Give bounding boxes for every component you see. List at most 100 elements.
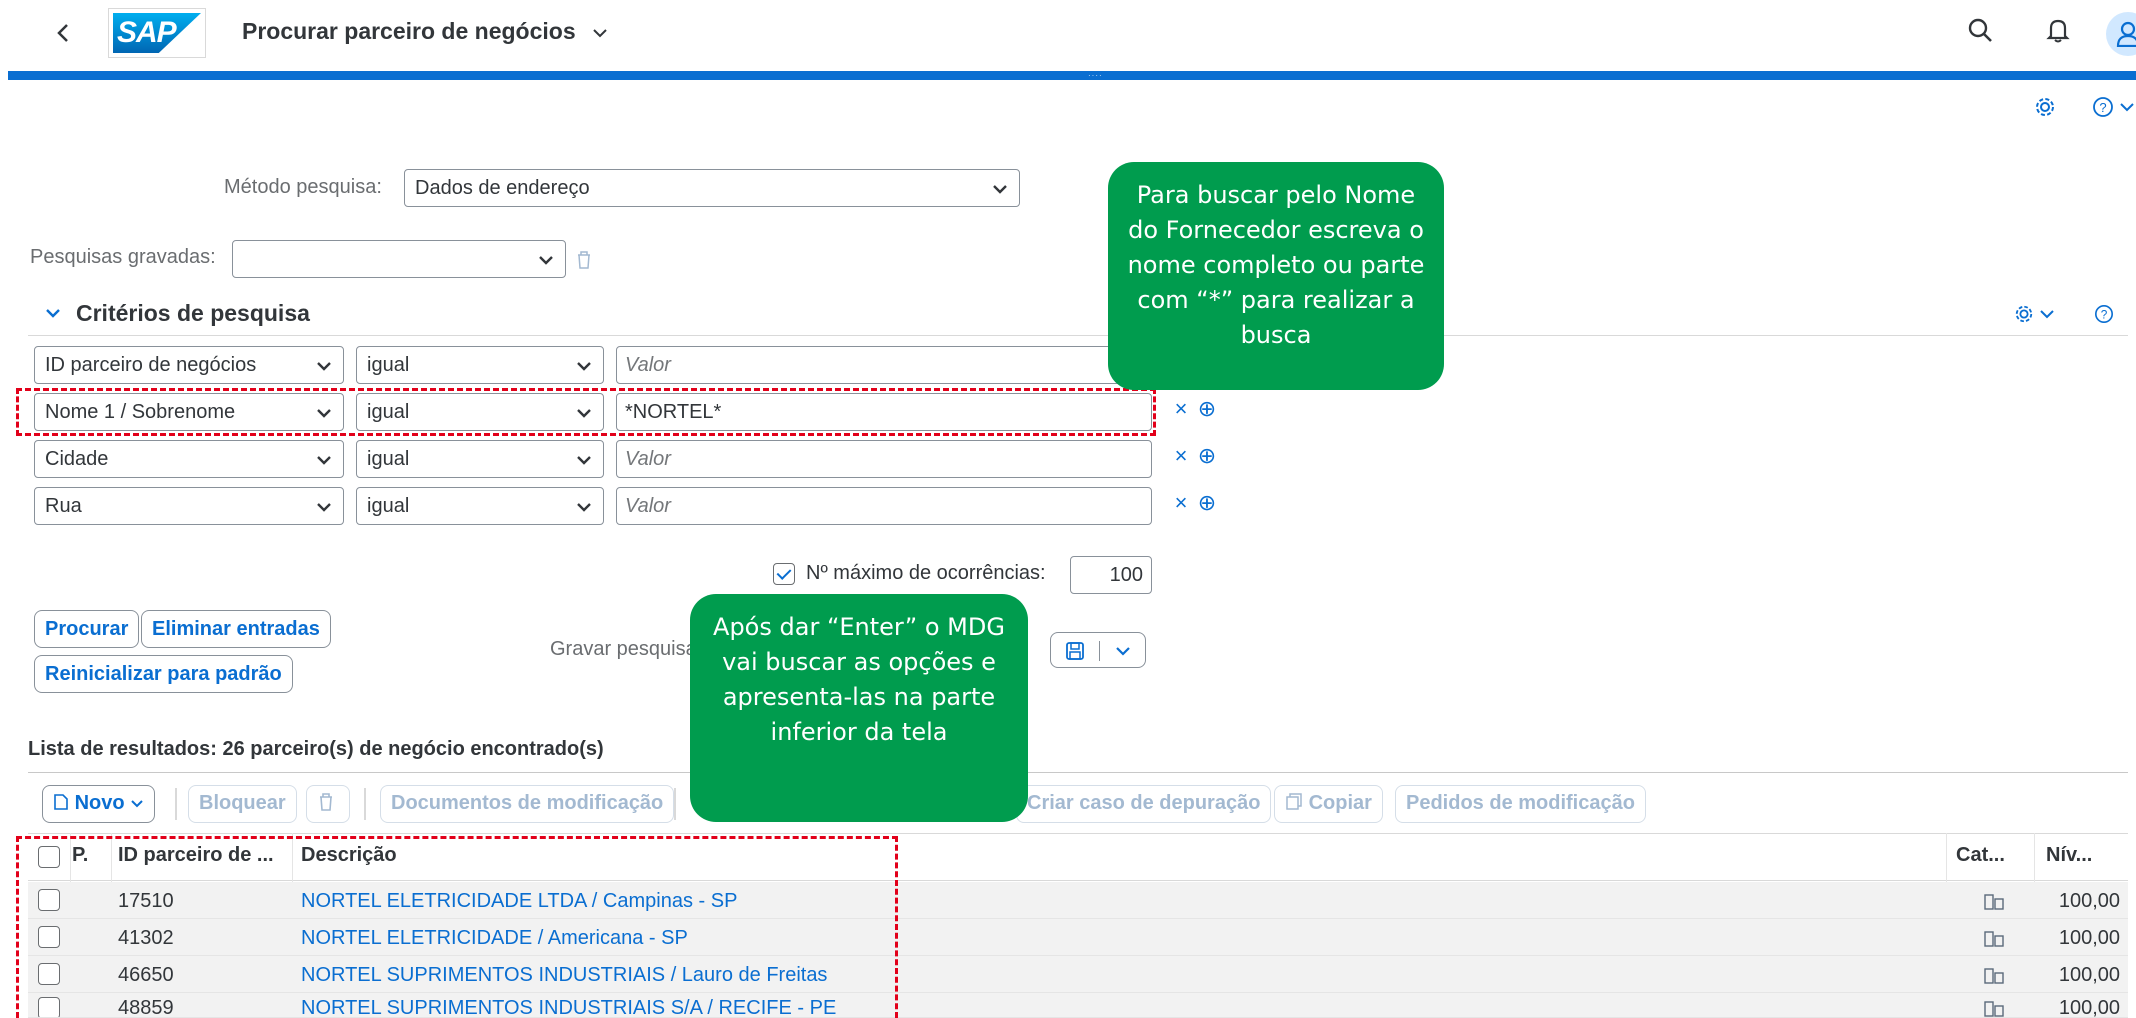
highlight-name-row xyxy=(16,388,1156,436)
chevron-down-icon xyxy=(317,503,331,512)
reset-default-button[interactable]: Reinicializar para padrão xyxy=(34,655,293,693)
criteria-row-actions: × ⊕ xyxy=(1168,490,1220,516)
criteria-row-actions: × ⊕ xyxy=(1168,396,1220,422)
organization-icon xyxy=(1984,968,2004,984)
trash-icon xyxy=(320,793,332,811)
app-title-menu[interactable]: Procurar parceiro de negócios xyxy=(242,18,608,45)
criteria-field-select[interactable]: ID parceiro de negócios xyxy=(34,346,344,384)
change-requests-button[interactable]: Pedidos de modificação xyxy=(1395,785,1646,823)
search-method-value: Dados de endereço xyxy=(415,177,590,199)
chevron-down-icon xyxy=(993,185,1007,194)
user-avatar[interactable] xyxy=(2106,12,2136,56)
chevron-down-icon[interactable] xyxy=(2040,308,2054,320)
row-level: 100,00 xyxy=(2058,927,2120,949)
gear-icon[interactable] xyxy=(2014,304,2034,324)
criteria-operator-select[interactable]: igual xyxy=(356,346,604,384)
chevron-down-icon xyxy=(577,503,591,512)
toolbar-separator xyxy=(364,788,366,820)
criteria-row-actions: × ⊕ xyxy=(1168,443,1220,469)
bell-icon[interactable] xyxy=(2044,16,2080,52)
chevron-down-icon xyxy=(577,456,591,465)
create-debug-case-button[interactable]: Criar caso de depuração xyxy=(1016,785,1272,823)
search-criteria-title: Critérios de pesquisa xyxy=(76,300,310,326)
highlight-results-table xyxy=(16,836,898,1018)
add-row-icon[interactable]: ⊕ xyxy=(1194,396,1220,422)
help-icon[interactable]: ? xyxy=(2092,96,2114,123)
new-document-icon xyxy=(54,794,68,810)
callout-results-tip: Após dar “Enter” o MDG vai buscar as opç… xyxy=(690,594,1028,822)
delete-button[interactable] xyxy=(306,785,350,823)
change-documents-button[interactable]: Documentos de modificação xyxy=(380,785,675,823)
criteria-field-value: Cidade xyxy=(45,448,109,470)
chevron-down-icon xyxy=(131,800,143,808)
chevron-down-icon xyxy=(577,362,591,371)
callout-search-tip: Para buscar pelo Nome do Fornecedor escr… xyxy=(1108,162,1444,390)
save-search-label: Gravar pesquisa xyxy=(550,638,697,660)
svg-text:?: ? xyxy=(2099,100,2106,115)
copy-icon xyxy=(1286,793,1302,810)
row-level: 100,00 xyxy=(2058,890,2120,912)
max-occurrences-label: Nº máximo de ocorrências: xyxy=(806,562,1046,584)
new-button[interactable]: Novo xyxy=(42,785,156,823)
organization-icon xyxy=(1984,1001,2004,1017)
search-button[interactable]: Procurar xyxy=(34,610,140,648)
organization-icon xyxy=(1984,931,2004,947)
max-occurrences-input[interactable]: 100 xyxy=(1070,556,1152,594)
search-icon[interactable] xyxy=(1966,16,2002,52)
help-icon[interactable]: ? xyxy=(2094,304,2114,324)
save-icon xyxy=(1066,642,1084,660)
remove-row-icon[interactable]: × xyxy=(1168,490,1194,516)
user-icon xyxy=(2116,21,2136,47)
search-criteria-panel-header: Critérios de pesquisa ? xyxy=(28,294,2128,336)
criteria-field-select[interactable]: Rua xyxy=(34,487,344,525)
add-row-icon[interactable]: ⊕ xyxy=(1194,490,1220,516)
chevron-down-icon xyxy=(1116,647,1130,656)
copy-button[interactable]: Copiar xyxy=(1274,785,1383,823)
saved-searches-label: Pesquisas gravadas: xyxy=(30,246,216,268)
criteria-operator-value: igual xyxy=(367,495,410,517)
max-occurrences-checkbox[interactable] xyxy=(773,563,795,585)
chevron-down-icon[interactable] xyxy=(2120,100,2134,118)
svg-text:?: ? xyxy=(2101,308,2108,322)
criteria-operator-value: igual xyxy=(367,448,410,470)
criteria-operator-value: igual xyxy=(367,354,410,376)
block-button[interactable]: Bloquear xyxy=(188,785,297,823)
criteria-field-select[interactable]: Cidade xyxy=(34,440,344,478)
search-method-select[interactable]: Dados de endereço xyxy=(404,169,1020,207)
saved-searches-select[interactable] xyxy=(232,240,566,278)
new-button-label: Novo xyxy=(74,792,125,814)
remove-row-icon[interactable]: × xyxy=(1168,443,1194,469)
delete-saved-search-icon[interactable] xyxy=(576,250,592,270)
chevron-down-icon xyxy=(317,456,331,465)
sap-logo[interactable]: SAP xyxy=(108,8,206,58)
chevron-down-icon xyxy=(539,256,553,265)
criteria-field-value: Rua xyxy=(45,495,82,517)
chevron-down-icon xyxy=(592,23,608,43)
criteria-value-input[interactable]: Valor xyxy=(616,440,1152,478)
row-level: 100,00 xyxy=(2058,997,2120,1018)
add-row-icon[interactable]: ⊕ xyxy=(1194,443,1220,469)
copy-button-label: Copiar xyxy=(1308,792,1372,814)
shell-divider: ···· xyxy=(8,71,2136,80)
chevron-down-icon xyxy=(317,362,331,371)
save-search-split-button[interactable] xyxy=(1050,632,1146,668)
criteria-value-input[interactable]: Valor xyxy=(616,487,1152,525)
column-header-category[interactable]: Cat... xyxy=(1956,844,2005,867)
remove-row-icon[interactable]: × xyxy=(1168,396,1194,422)
criteria-operator-select[interactable]: igual xyxy=(356,487,604,525)
criteria-value-input[interactable]: Valor xyxy=(616,346,1152,384)
resize-grip[interactable]: ···· xyxy=(1088,72,1103,80)
criteria-operator-select[interactable]: igual xyxy=(356,440,604,478)
search-method-label: Método pesquisa: xyxy=(224,176,382,198)
criteria-field-value: ID parceiro de negócios xyxy=(45,354,257,376)
results-divider xyxy=(28,772,2128,773)
back-icon[interactable] xyxy=(52,18,76,48)
organization-icon xyxy=(1984,894,2004,910)
toolbar-separator xyxy=(674,788,676,820)
shell-bar: SAP Procurar parceiro de negócios xyxy=(0,0,2136,68)
clear-entries-button[interactable]: Eliminar entradas xyxy=(141,610,331,648)
collapse-chevron-icon[interactable] xyxy=(44,304,62,322)
gear-icon[interactable] xyxy=(2034,96,2056,123)
column-header-level[interactable]: Nív... xyxy=(2046,844,2092,867)
app-title: Procurar parceiro de negócios xyxy=(242,18,576,44)
